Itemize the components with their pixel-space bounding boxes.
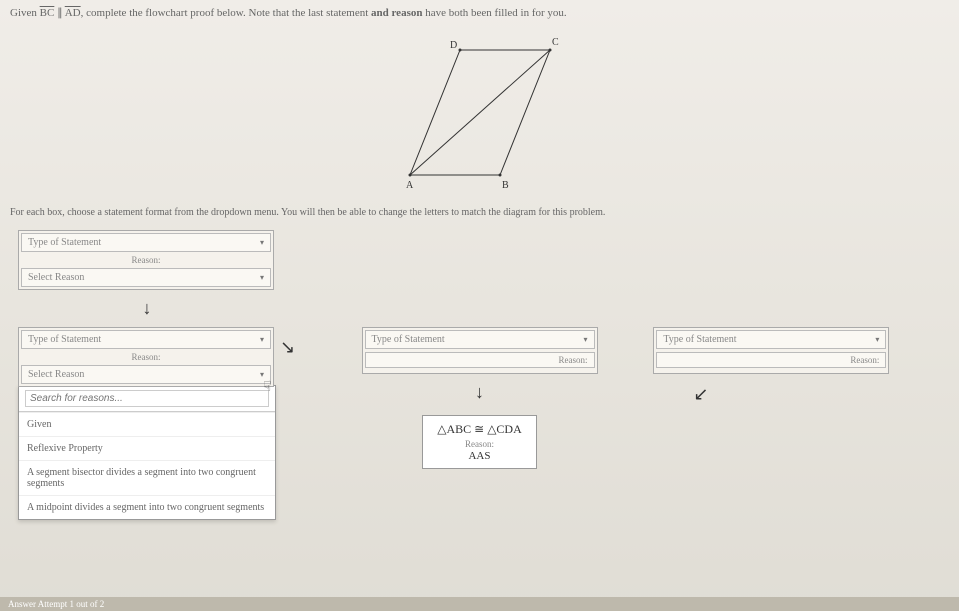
arrow-down-left-icon: ↙ [653,384,941,405]
geometry-diagram: A B C D [0,30,959,195]
dropdown-search-input[interactable] [25,390,269,407]
vertex-c: C [552,37,559,48]
dropdown-item-bisector[interactable]: A segment bisector divides a segment int… [19,460,275,495]
dropdown-item-reflexive[interactable]: Reflexive Property [19,436,275,460]
vertex-a: A [406,180,414,191]
problem-header: Given BC ∥ AD, complete the flowchart pr… [0,0,959,25]
final-statement: △ABC ≅ △CDA [437,422,522,437]
chevron-down-icon: ▾ [583,335,587,344]
final-reason-value: AAS [437,450,522,462]
flow-row-2: Type of Statement ▾ Reason: Select Reaso… [18,327,941,520]
chevron-down-icon: ▾ [260,335,264,344]
arrow-down-icon: ↓ [18,298,276,319]
flow-col-mid: Type of Statement ▾ Reason: ↓ △ABC ≅ △CD… [336,327,624,469]
arrow-down-right-icon: ↘ [280,337,295,358]
statement-select-2r[interactable]: Type of Statement ▾ [656,330,886,349]
chevron-down-icon: ▾ [875,335,879,344]
chevron-down-icon: ▾ [260,273,264,282]
footer-bar: Answer Attempt 1 out of 2 [0,597,959,611]
header-text: Given BC ∥ AD, complete the flowchart pr… [10,7,567,19]
statement-select-2l[interactable]: Type of Statement ▾ [21,330,271,349]
reason-select-2l[interactable]: Select Reason ▾ [21,365,271,384]
chevron-down-icon: ▾ [260,238,264,247]
flow-col-left: Type of Statement ▾ Reason: Select Reaso… [18,327,306,520]
vertex-b: B [502,180,509,191]
flow-col-right: Type of Statement ▾ Reason: ↙ [653,327,941,415]
flowchart-area: Type of Statement ▾ Reason: Select Reaso… [0,222,959,528]
reason-select-1[interactable]: Select Reason ▾ [21,268,271,287]
statement-select-1[interactable]: Type of Statement ▾ [21,233,271,252]
reason-dropdown-menu: Given Reflexive Property A segment bisec… [18,385,276,520]
reason-select-2r[interactable]: Reason: [656,352,886,368]
footer-attempt: Answer Attempt 1 out of 2 [8,599,104,609]
flow-box-2-mid: Type of Statement ▾ Reason: [362,327,598,374]
chevron-down-icon: ▾ [260,370,264,379]
instructions: For each box, choose a statement format … [0,203,959,222]
dropdown-search-row [19,386,275,412]
dropdown-item-midpoint[interactable]: A midpoint divides a segment into two co… [19,495,275,519]
reason-row-2r: Reason: [656,349,886,371]
dropdown-item-given[interactable]: Given [19,412,275,436]
statement-select-2m[interactable]: Type of Statement ▾ [365,330,595,349]
final-reason-label: Reason: [437,439,522,449]
reason-label-2l: Reason: [21,349,271,365]
flow-box-2-right: Type of Statement ▾ Reason: [653,327,889,374]
arrow-down-icon: ↓ [336,382,624,403]
flow-box-2-left: Type of Statement ▾ Reason: Select Reaso… [18,327,274,387]
vertex-d: D [450,40,457,51]
reason-select-2m[interactable]: Reason: [365,352,595,368]
flow-box-1: Type of Statement ▾ Reason: Select Reaso… [18,230,274,290]
reason-label-1: Reason: [21,252,271,268]
reason-row-2m: Reason: [365,349,595,371]
final-box: △ABC ≅ △CDA Reason: AAS [422,415,537,469]
